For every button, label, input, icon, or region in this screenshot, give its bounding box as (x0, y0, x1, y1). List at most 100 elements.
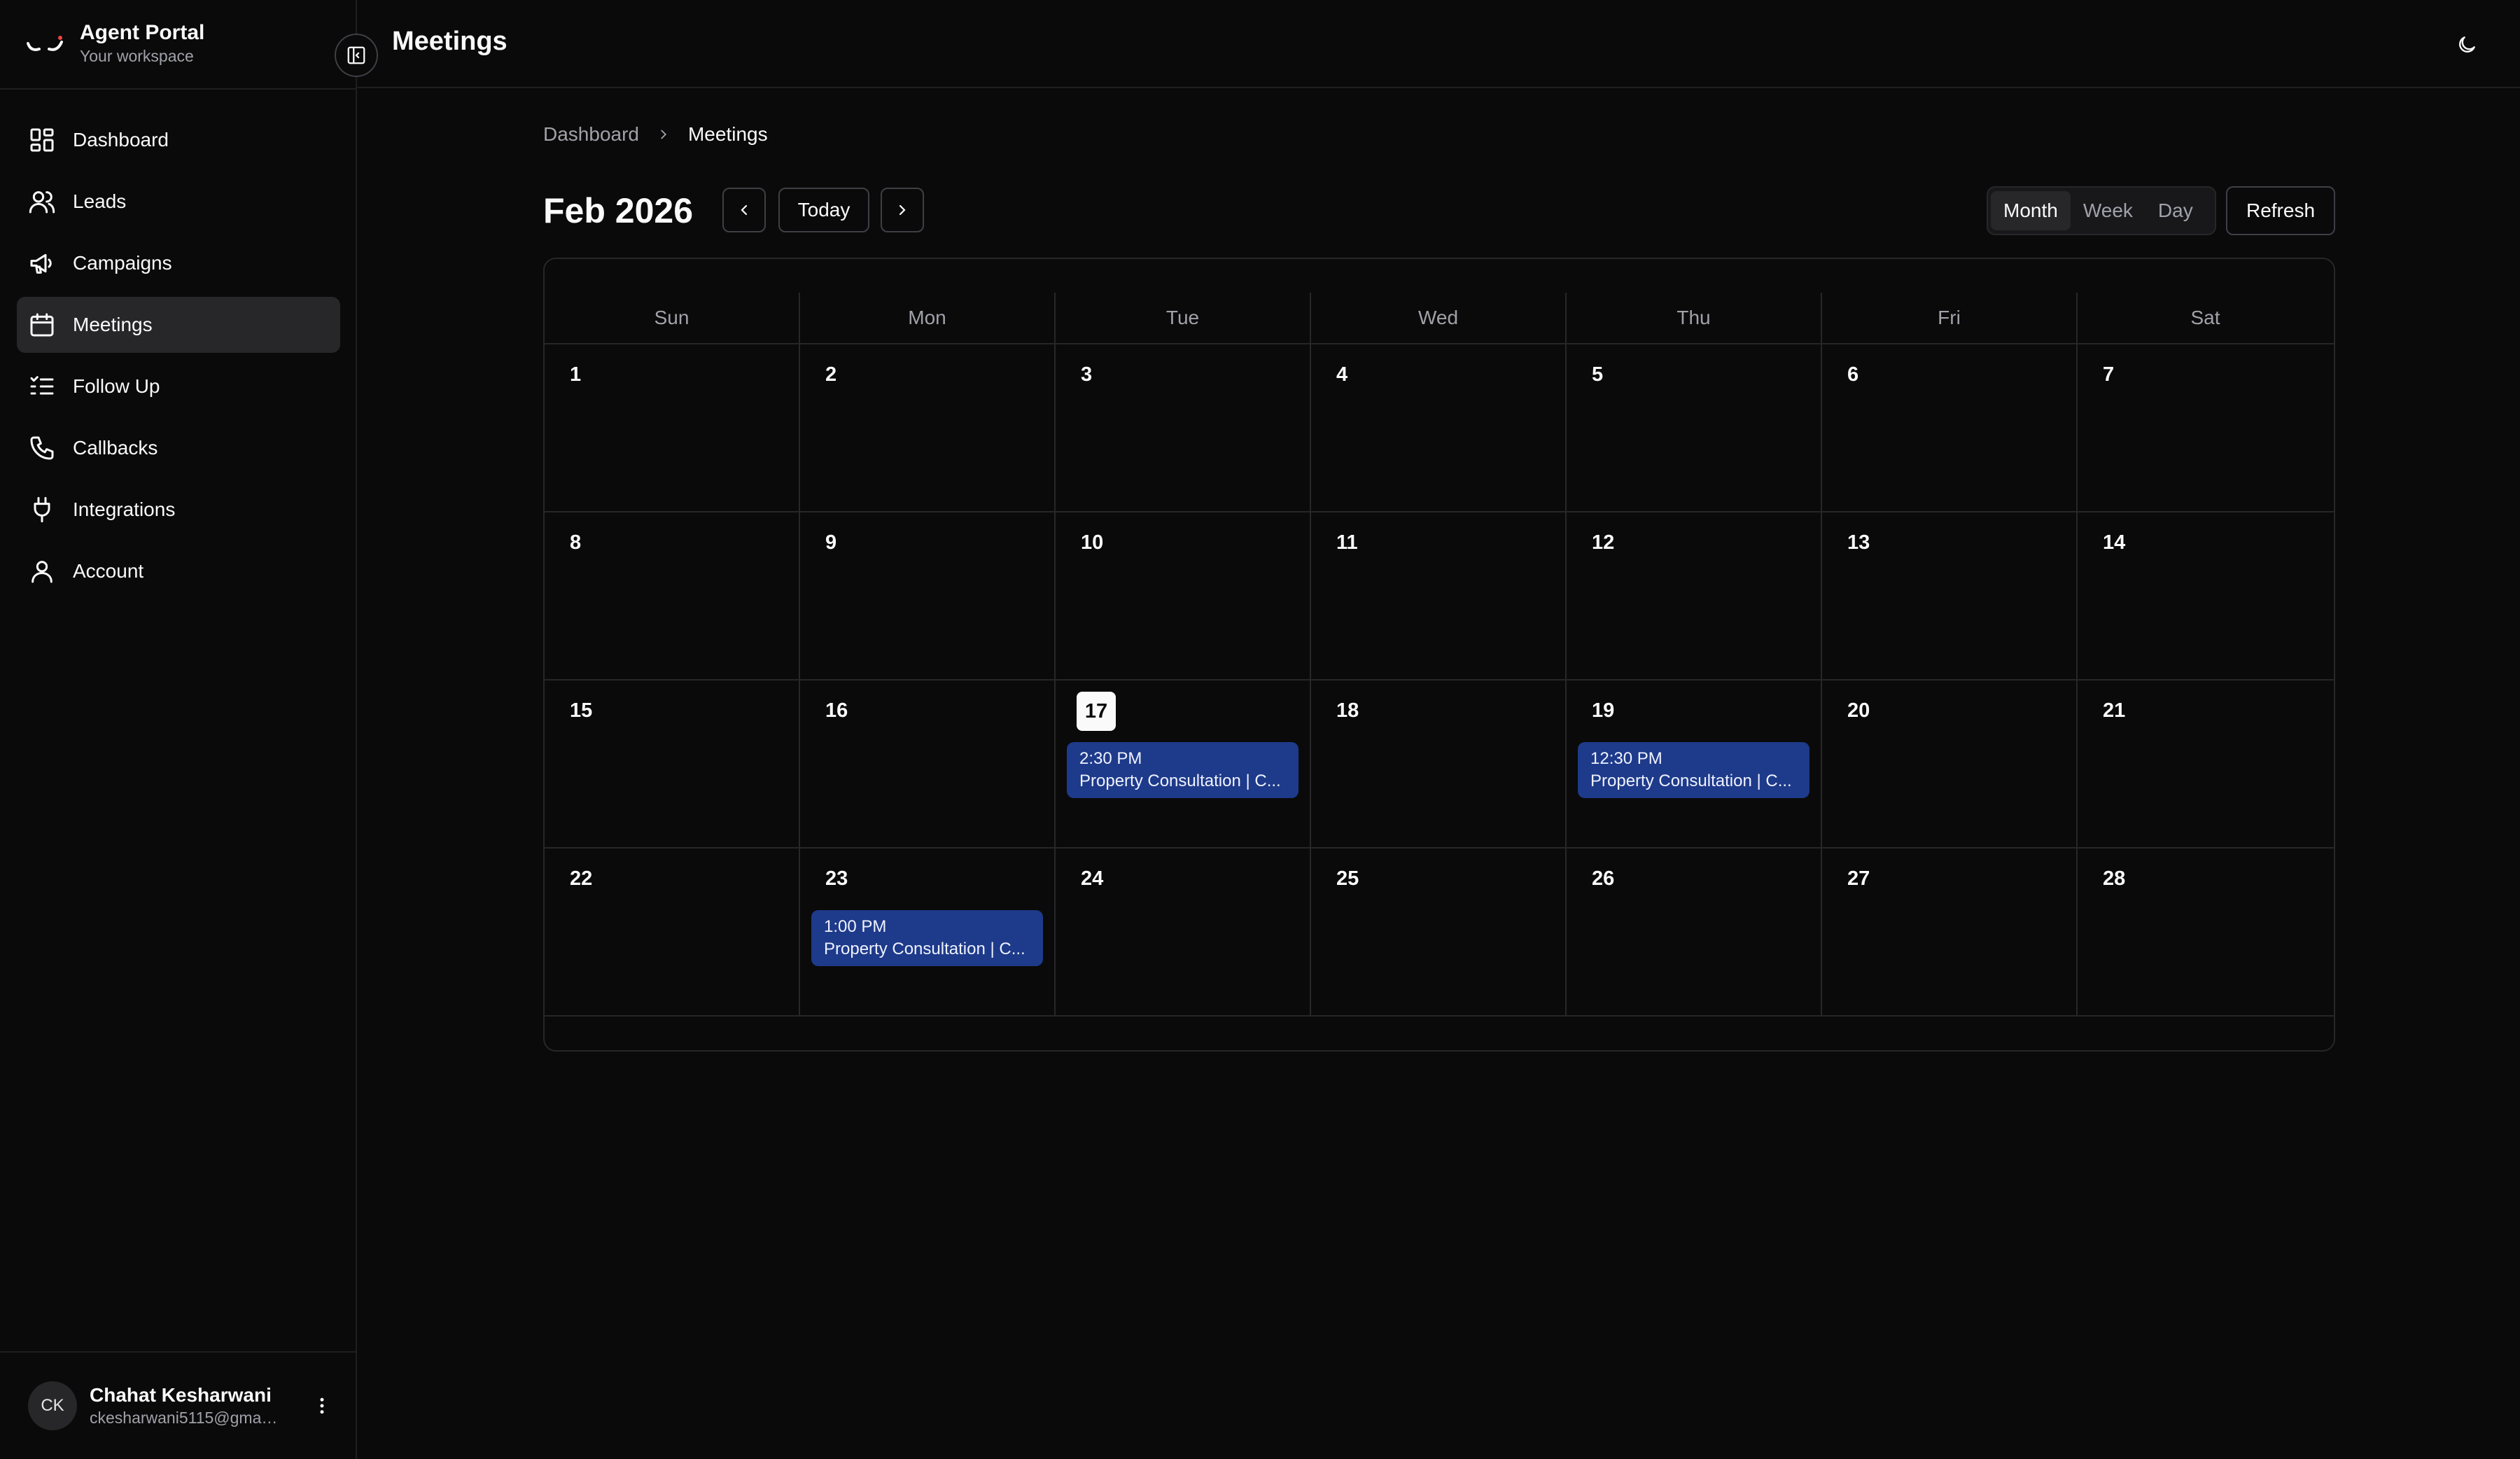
day-cell-5[interactable]: 5 (1567, 344, 1822, 511)
moon-icon (2459, 36, 2475, 53)
day-cell-2[interactable]: 2 (800, 344, 1056, 511)
calendar-weeks: 1 2 3 4 5 6 7 8 9 10 11 12 13 14 15 16 17 2:30 PM Property… (545, 344, 2334, 1017)
breadcrumb-link-dashboard[interactable]: Dashboard (543, 123, 639, 146)
day-cell-1[interactable]: 1 (545, 344, 800, 511)
day-cell-13[interactable]: 13 (1822, 512, 2078, 679)
day-cell-11[interactable]: 11 (1311, 512, 1567, 679)
event-time: 2:30 PM (1079, 749, 1142, 768)
calendar-grid: Sun Mon Tue Wed Thu Fri Sat 1 2 3 4 5 6 7 8 9 10 11 12 13 1… (545, 293, 2334, 1017)
day-number: 20 (1847, 699, 1870, 722)
more-vertical-icon[interactable] (308, 1392, 336, 1420)
view-month-button[interactable]: Month (1991, 191, 2071, 230)
day-number: 22 (570, 867, 593, 890)
view-day-button[interactable]: Day (2146, 191, 2206, 230)
chevron-right-icon (656, 127, 671, 142)
day-cell-26[interactable]: 26 (1567, 849, 1822, 1015)
day-cell-25[interactable]: 25 (1311, 849, 1567, 1015)
sidebar-item-label: Account (73, 560, 144, 582)
day-cell-6[interactable]: 6 (1822, 344, 2078, 511)
brand[interactable]: Agent Portal Your workspace (24, 18, 204, 69)
day-number: 16 (825, 699, 848, 722)
weekday-tue: Tue (1056, 293, 1311, 343)
event-title: Property Consultation | C... (824, 940, 1026, 958)
sidebar-item-label: Campaigns (73, 252, 172, 274)
day-number: 6 (1847, 363, 1859, 386)
day-number: 4 (1336, 363, 1348, 386)
users-icon (28, 188, 56, 216)
sidebar-item-label: Follow Up (73, 375, 160, 397)
theme-toggle-button[interactable] (2449, 27, 2485, 63)
day-number: 9 (825, 531, 837, 554)
user-icon (28, 557, 56, 585)
sidebar-item-account[interactable]: Account (17, 543, 340, 599)
view-switcher: Month Week Day (1987, 186, 2216, 235)
phone-icon (28, 434, 56, 462)
day-number: 18 (1336, 699, 1359, 722)
avatar: CK (28, 1381, 77, 1430)
day-number: 10 (1081, 531, 1104, 554)
day-cell-8[interactable]: 8 (545, 512, 800, 679)
calendar-event[interactable]: 2:30 PM Property Consultation | C... (1067, 742, 1298, 798)
calendar-event[interactable]: 1:00 PM Property Consultation | C... (811, 910, 1043, 966)
refresh-button[interactable]: Refresh (2226, 186, 2335, 235)
day-cell-20[interactable]: 20 (1822, 680, 2078, 847)
sidebar-toggle-button[interactable] (335, 34, 378, 77)
sidebar-item-label: Integrations (73, 498, 176, 520)
sidebar-item-callbacks[interactable]: Callbacks (17, 420, 340, 476)
day-number: 19 (1592, 699, 1615, 722)
day-cell-12[interactable]: 12 (1567, 512, 1822, 679)
day-cell-19[interactable]: 19 12:30 PM Property Consultation | C... (1567, 680, 1822, 847)
day-number: 25 (1336, 867, 1359, 890)
today-button[interactable]: Today (778, 188, 869, 232)
day-number: 3 (1081, 363, 1093, 386)
sidebar-item-integrations[interactable]: Integrations (17, 482, 340, 538)
day-cell-18[interactable]: 18 (1311, 680, 1567, 847)
sidebar-item-campaigns[interactable]: Campaigns (17, 235, 340, 291)
breadcrumb-current: Meetings (687, 123, 768, 145)
sidebar-item-leads[interactable]: Leads (17, 174, 340, 230)
next-month-button[interactable] (881, 188, 924, 232)
today-day-number: 17 (1077, 692, 1116, 731)
day-cell-27[interactable]: 27 (1822, 849, 2078, 1015)
day-cell-15[interactable]: 15 (545, 680, 800, 847)
day-number: 24 (1081, 867, 1104, 890)
day-cell-21[interactable]: 21 (2078, 680, 2333, 847)
day-cell-28[interactable]: 28 (2078, 849, 2333, 1015)
chevron-left-icon (741, 204, 748, 216)
day-cell-7[interactable]: 7 (2078, 344, 2333, 511)
day-cell-24[interactable]: 24 (1056, 849, 1311, 1015)
sidebar-item-label: Callbacks (73, 437, 158, 459)
event-title: Property Consultation | C... (1590, 772, 1792, 790)
day-cell-17[interactable]: 17 2:30 PM Property Consultation | C... (1056, 680, 1311, 847)
event-time: 12:30 PM (1590, 749, 1662, 768)
calendar-toolbar: Feb 2026 Today Month Week Day Refresh (543, 186, 2335, 235)
calendar-event[interactable]: 12:30 PM Property Consultation | C... (1578, 742, 1809, 798)
page-title: Meetings (392, 27, 507, 56)
sidebar-nav: Dashboard Leads Campaigns Meetings Follo… (17, 112, 340, 605)
day-number: 26 (1592, 867, 1615, 890)
day-cell-22[interactable]: 22 (545, 849, 800, 1015)
sidebar-item-label: Leads (73, 190, 127, 212)
day-cell-4[interactable]: 4 (1311, 344, 1567, 511)
sidebar-item-label: Meetings (73, 314, 153, 335)
week-row: 8 9 10 11 12 13 14 (545, 512, 2334, 680)
day-cell-16[interactable]: 16 (800, 680, 1056, 847)
day-cell-9[interactable]: 9 (800, 512, 1056, 679)
weekday-thu: Thu (1567, 293, 1822, 343)
day-cell-10[interactable]: 10 (1056, 512, 1311, 679)
weekday-wed: Wed (1311, 293, 1567, 343)
top-bar: Meetings (335, 0, 2520, 88)
day-cell-14[interactable]: 14 (2078, 512, 2333, 679)
day-cell-3[interactable]: 3 (1056, 344, 1311, 511)
week-row: 1 2 3 4 5 6 7 (545, 344, 2334, 512)
weekday-sat: Sat (2190, 307, 2220, 328)
app-subtitle: Your workspace (80, 47, 194, 65)
sidebar-item-follow-up[interactable]: Follow Up (17, 358, 340, 414)
day-cell-23[interactable]: 23 1:00 PM Property Consultation | C... (800, 849, 1056, 1015)
user-profile[interactable]: CK Chahat Kesharwani ckesharwani5115@gma… (28, 1379, 336, 1432)
weekday-sun: Sun (545, 293, 800, 343)
sidebar-item-meetings[interactable]: Meetings (17, 297, 340, 353)
sidebar-item-dashboard[interactable]: Dashboard (17, 112, 340, 168)
view-week-button[interactable]: Week (2071, 191, 2146, 230)
previous-month-button[interactable] (722, 188, 766, 232)
